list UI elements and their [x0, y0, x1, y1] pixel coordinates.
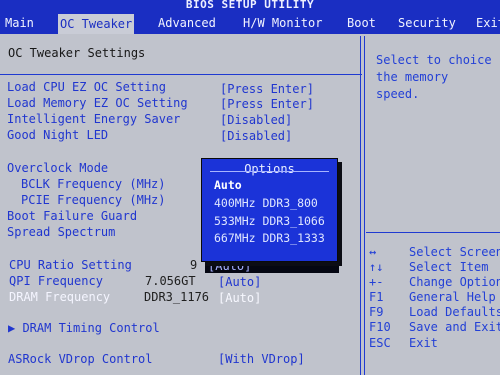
tab-security[interactable]: Security	[396, 13, 458, 33]
dram-frequency-current: DDR3_1176	[144, 290, 210, 304]
panel-divider-left	[360, 36, 361, 375]
option-533mhz[interactable]: 533MHz DDR3_1066	[214, 214, 325, 228]
key-label: F9	[369, 305, 384, 319]
popup-divider	[210, 171, 329, 172]
intelligent-energy-saver-value[interactable]: [Disabled]	[220, 113, 292, 127]
pcie-frequency-label[interactable]: PCIE Frequency (MHz)	[21, 193, 166, 207]
key-action: Save and Exit	[409, 320, 500, 334]
load-memory-ez-oc-label[interactable]: Load Memory EZ OC Setting	[7, 96, 188, 110]
key-row-load-defaults: F9 Load Defaults	[369, 305, 500, 319]
key-action: General Help	[409, 290, 496, 304]
dram-frequency-value[interactable]: [Auto]	[218, 291, 261, 305]
options-popup-title: Options	[244, 162, 295, 176]
key-label: ↔	[369, 245, 377, 259]
good-night-led-value[interactable]: [Disabled]	[220, 129, 292, 143]
qpi-frequency-value[interactable]: [Auto]	[218, 275, 261, 289]
spread-spectrum-label[interactable]: Spread Spectrum	[7, 225, 115, 239]
key-label: F1	[369, 290, 384, 304]
good-night-led-label[interactable]: Good Night LED	[7, 128, 108, 142]
load-cpu-ez-oc-value[interactable]: [Press Enter]	[220, 82, 314, 96]
qpi-frequency-label[interactable]: QPI Frequency	[9, 274, 103, 288]
dram-frequency-label[interactable]: DRAM Frequency	[9, 290, 110, 304]
asrock-vdrop-control-label[interactable]: ASRock VDrop Control	[8, 352, 153, 366]
qpi-frequency-current: 7.056GT	[145, 274, 196, 288]
bclk-frequency-label[interactable]: BCLK Frequency (MHz)	[21, 177, 166, 191]
tab-boot[interactable]: Boot	[345, 13, 378, 33]
dram-timing-control-label[interactable]: ▶ DRAM Timing Control	[8, 321, 160, 335]
section-title: OC Tweaker Settings	[8, 46, 146, 60]
overclock-mode-label[interactable]: Overclock Mode	[7, 161, 108, 175]
cpu-ratio-setting-label[interactable]: CPU Ratio Setting	[9, 258, 132, 272]
panel-divider-right	[364, 36, 365, 375]
asrock-vdrop-control-value[interactable]: [With VDrop]	[218, 352, 305, 366]
key-action: Load Defaults	[409, 305, 500, 319]
option-400mhz[interactable]: 400MHz DDR3_800	[214, 196, 318, 210]
bios-title: BIOS SETUP UTILITY	[0, 0, 500, 10]
load-memory-ez-oc-value[interactable]: [Press Enter]	[220, 97, 314, 111]
tab-exit[interactable]: Exit	[474, 13, 500, 33]
option-667mhz[interactable]: 667MHz DDR3_1333	[214, 231, 325, 245]
key-row-select-screen: ↔ Select Screen	[369, 245, 500, 259]
help-text: Select to choice the memory speed.	[376, 53, 492, 101]
key-label: ESC	[369, 336, 391, 350]
help-divider	[366, 232, 500, 233]
boot-failure-guard-label[interactable]: Boot Failure Guard	[7, 209, 137, 223]
key-action: Select Screen	[409, 245, 500, 259]
key-action: Exit	[409, 336, 438, 350]
cpu-ratio-current: 9	[190, 258, 198, 272]
key-row-change-option: +- Change Option	[369, 275, 500, 289]
section-divider	[0, 74, 362, 75]
key-row-general-help: F1 General Help	[369, 290, 496, 304]
tab-oc-tweaker[interactable]: OC Tweaker	[58, 14, 135, 34]
key-label: ↑↓	[369, 260, 384, 274]
menu-bar: Main OC Tweaker Advanced H/W Monitor Boo…	[0, 10, 500, 34]
tab-advanced[interactable]: Advanced	[156, 13, 218, 33]
key-row-exit: ESC Exit	[369, 336, 438, 350]
tab-hw-monitor[interactable]: H/W Monitor	[241, 13, 324, 33]
option-auto[interactable]: Auto	[214, 178, 242, 192]
key-action: Change Option	[409, 275, 500, 289]
key-action: Select Item	[409, 260, 489, 274]
key-label: F10	[369, 320, 391, 334]
key-row-select-item: ↑↓ Select Item	[369, 260, 488, 274]
options-popup: Options Auto 400MHz DDR3_800 533MHz DDR3…	[201, 158, 338, 262]
key-label: +-	[369, 275, 384, 289]
intelligent-energy-saver-label[interactable]: Intelligent Energy Saver	[7, 112, 180, 126]
load-cpu-ez-oc-label[interactable]: Load CPU EZ OC Setting	[7, 80, 166, 94]
tab-main[interactable]: Main	[3, 13, 36, 33]
key-row-save-and-exit: F10 Save and Exit	[369, 320, 500, 334]
